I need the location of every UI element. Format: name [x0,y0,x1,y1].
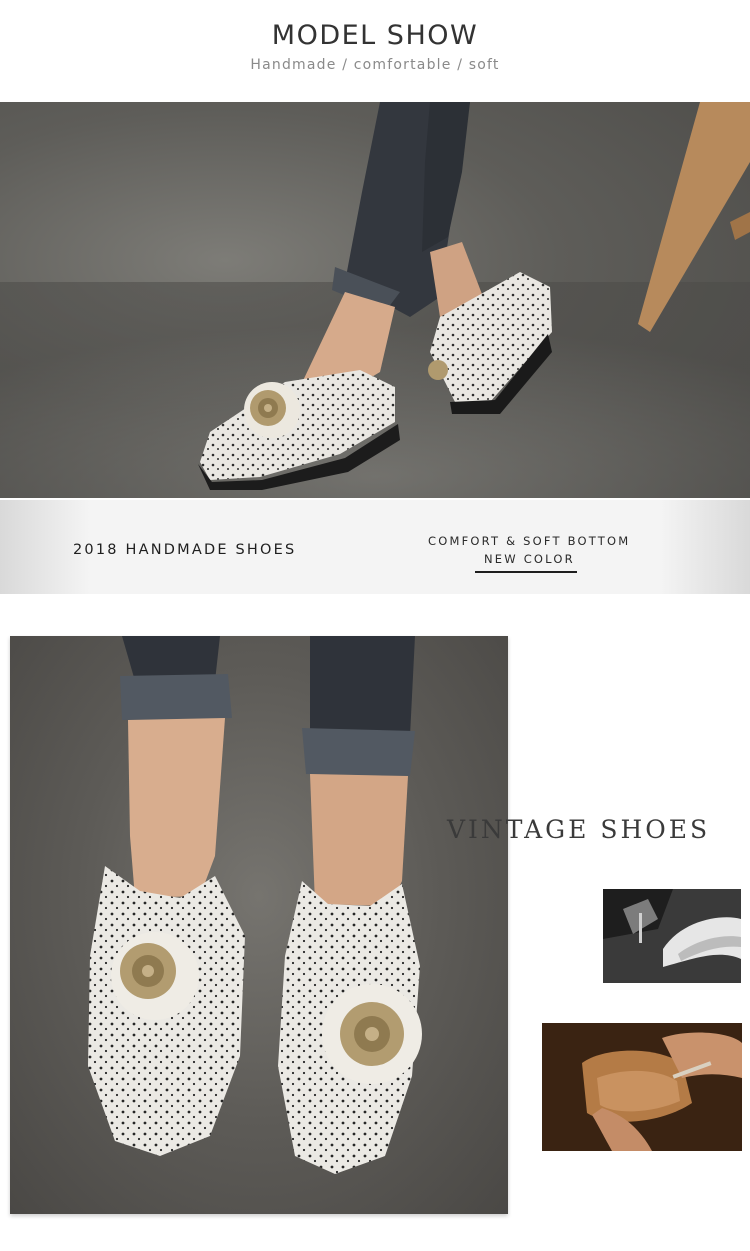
banner-headline: 2018 HANDMADE SHOES [73,542,297,558]
section-header: MODEL SHOW Handmade / comfortable / soft [0,0,750,102]
craft-photo-sewing-illustration [603,889,741,983]
section-subtitle: Handmade / comfortable / soft [250,57,500,73]
banner-new-color-text: NEW COLOR [484,552,575,566]
banner-underline [475,571,577,573]
craft-photo-hands [542,1023,742,1151]
model-photo-side [0,102,750,498]
banner-feature-text: COMFORT & SOFT BOTTOM [428,534,631,548]
model-photo-side-illustration [0,102,750,498]
section-title: MODEL SHOW [271,20,479,51]
model-photo-front-illustration [88,636,422,1174]
craft-photo-sewing [603,889,741,983]
craft-photo-hands-illustration [542,1023,742,1151]
promo-banner: 2018 HANDMADE SHOES COMFORT & SOFT BOTTO… [0,500,750,594]
model-photo-front [10,636,508,1214]
vintage-heading: VINTAGE SHOES [447,815,711,844]
